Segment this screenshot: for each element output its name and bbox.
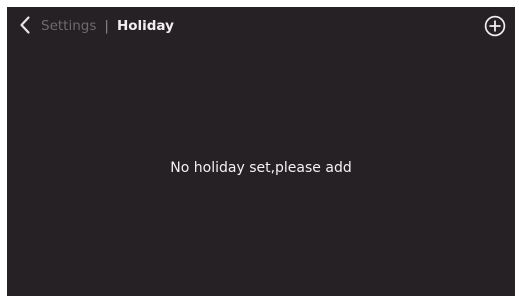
back-button[interactable] [17,14,33,36]
empty-state-message: No holiday set,please add [170,160,352,176]
page-title: Holiday [116,18,174,34]
chevron-left-icon [20,16,30,34]
breadcrumb-settings-link[interactable]: Settings [41,17,96,35]
add-holiday-button[interactable] [484,15,506,37]
breadcrumb: Settings | Holiday [41,17,174,35]
plus-circle-icon [484,15,506,37]
holiday-screen: Settings | Holiday No holiday set,please… [7,7,515,296]
breadcrumb-separator: | [104,18,109,34]
header-bar: Settings | Holiday [7,7,515,45]
